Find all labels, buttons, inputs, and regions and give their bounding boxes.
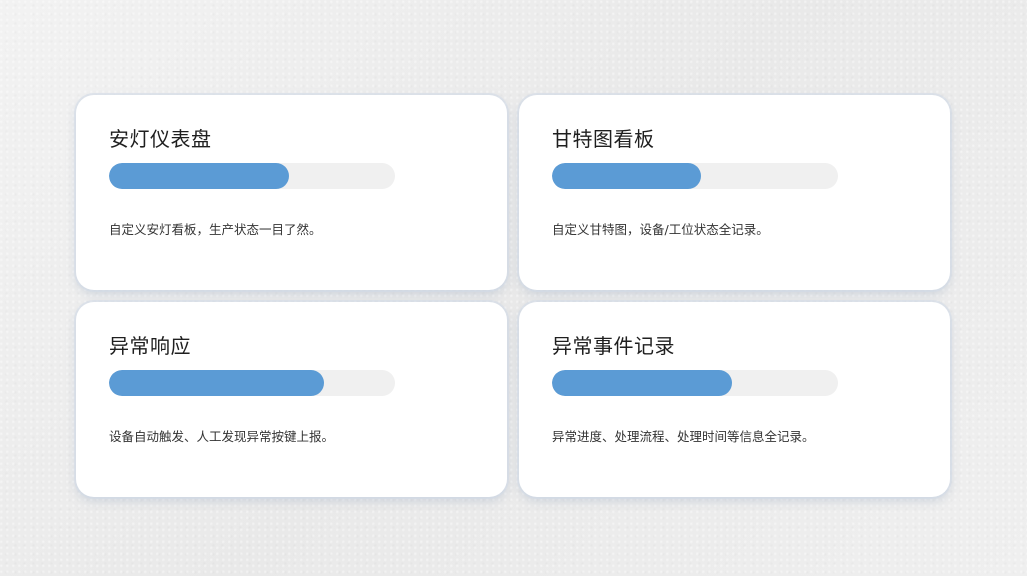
progress-fill bbox=[109, 163, 290, 189]
feature-card-andon-dashboard: 安灯仪表盘 自定义安灯看板，生产状态一目了然。 bbox=[76, 95, 507, 290]
card-title: 异常事件记录 bbox=[552, 334, 675, 358]
progress-fill bbox=[552, 370, 733, 396]
card-description: 自定义甘特图，设备/工位状态全记录。 bbox=[552, 222, 769, 237]
card-description: 自定义安灯看板，生产状态一目了然。 bbox=[109, 222, 322, 237]
card-description: 异常进度、处理流程、处理时间等信息全记录。 bbox=[552, 429, 815, 444]
card-title: 异常响应 bbox=[109, 334, 191, 358]
progress-bar bbox=[552, 163, 838, 189]
progress-bar bbox=[109, 370, 395, 396]
feature-card-exception-response: 异常响应 设备自动触发、人工发现异常按键上报。 bbox=[76, 302, 507, 497]
feature-card-gantt-board: 甘特图看板 自定义甘特图，设备/工位状态全记录。 bbox=[519, 95, 950, 290]
card-title: 安灯仪表盘 bbox=[109, 127, 212, 151]
progress-bar bbox=[109, 163, 395, 189]
card-title: 甘特图看板 bbox=[552, 127, 655, 151]
progress-fill bbox=[552, 163, 701, 189]
progress-bar bbox=[552, 370, 838, 396]
card-description: 设备自动触发、人工发现异常按键上报。 bbox=[109, 429, 335, 444]
progress-fill bbox=[109, 370, 324, 396]
feature-card-grid: 安灯仪表盘 自定义安灯看板，生产状态一目了然。 甘特图看板 自定义甘特图，设备/… bbox=[76, 95, 950, 497]
feature-card-exception-log: 异常事件记录 异常进度、处理流程、处理时间等信息全记录。 bbox=[519, 302, 950, 497]
